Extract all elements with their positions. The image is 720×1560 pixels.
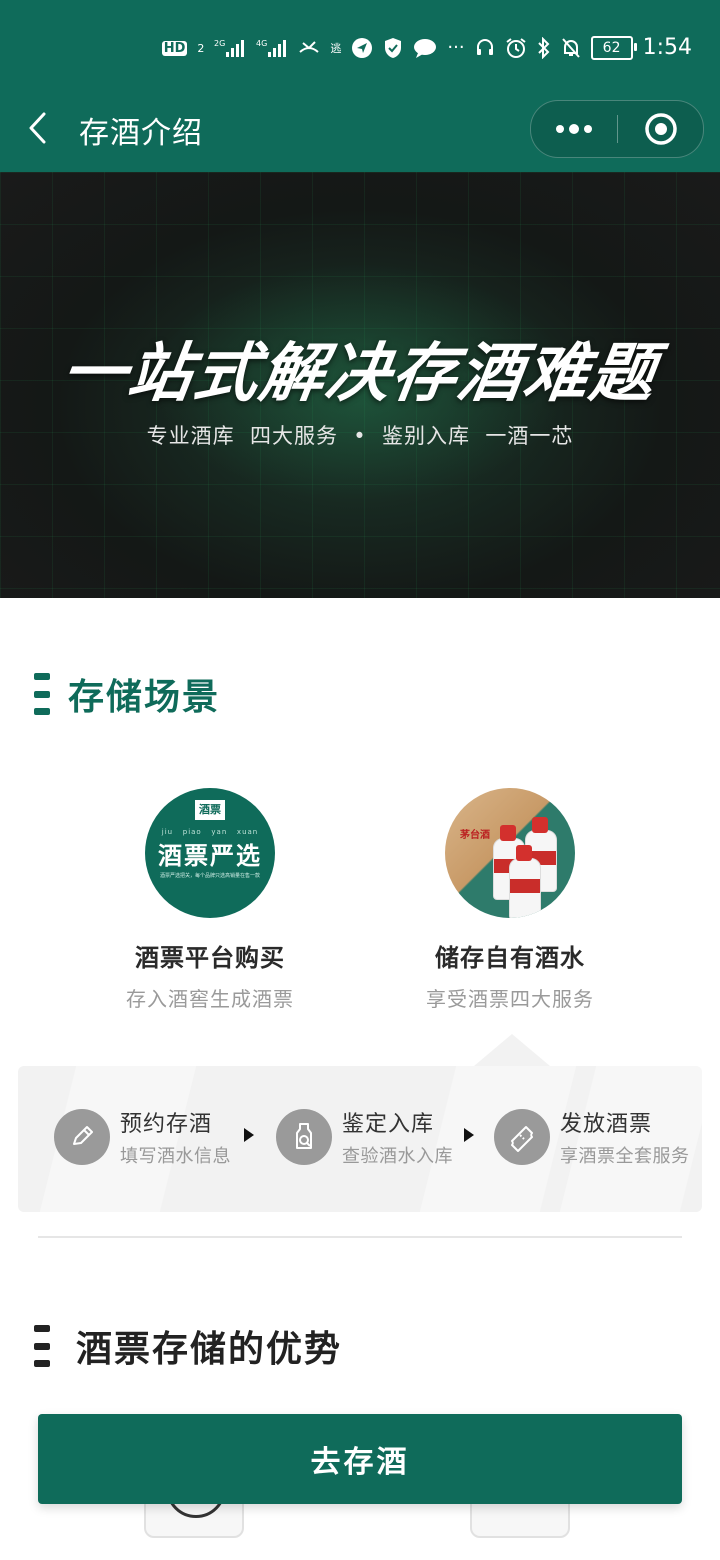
storage-scenarios-header: 存储场景 <box>34 668 220 720</box>
scenario-title: 储存自有酒水 <box>435 944 585 972</box>
navigation-bar: 存酒介绍 <box>0 92 720 172</box>
close-miniprogram-button[interactable] <box>618 101 703 157</box>
go-store-button[interactable]: 去存酒 <box>38 1414 682 1504</box>
target-close-icon <box>644 113 677 145</box>
jiupiao-brand-image: 酒票 jiu piao yan xuan 酒票严选 酒票严选把关，每个品牌只选高… <box>145 788 275 918</box>
brand-tag: 酒票 <box>195 800 225 820</box>
hero-banner: 一站式解决存酒难题 专业酒库 四大服务 • 鉴别入库 一酒一芯 <box>0 172 720 598</box>
step-arrow-icon <box>464 1128 474 1142</box>
signal-icon-4g: 4G <box>256 38 288 58</box>
bottle-icon <box>509 845 541 918</box>
top-header: HD 2 2G 4G 逃 ··· 62 1:54 存酒介绍 <box>0 0 720 172</box>
hd-label: HD <box>161 40 188 56</box>
signal-icon: 2G <box>214 38 246 58</box>
advantages-header: 酒票存储的优势 <box>34 1320 342 1372</box>
chat-icon <box>413 37 437 59</box>
section-divider <box>38 1236 682 1238</box>
advantages-title: 酒票存储的优势 <box>76 1329 343 1370</box>
battery-icon: 62 <box>590 36 637 60</box>
clock-time: 1:54 <box>642 35 692 60</box>
scenario-subtitle: 享受酒票四大服务 <box>426 987 594 1011</box>
pencil-icon <box>54 1109 110 1165</box>
miniprogram-capsule <box>530 100 704 158</box>
section-bars-icon <box>34 673 50 715</box>
step-issue-ticket: 发放酒票 享酒票全套服务 <box>494 1106 690 1168</box>
hero-subtitle: 专业酒库 四大服务 • 鉴别入库 一酒一芯 <box>146 424 574 448</box>
bottle-box-label: 茅台酒 <box>460 830 490 841</box>
step-arrow-icon <box>244 1128 254 1142</box>
step-title: 鉴定入库 <box>342 1112 435 1137</box>
page-title: 存酒介绍 <box>79 116 203 151</box>
sim-index: 2 <box>197 41 205 55</box>
svg-text:2G: 2G <box>214 39 225 48</box>
svg-text:4G: 4G <box>256 39 267 48</box>
more-options-button[interactable] <box>531 101 617 157</box>
alarm-icon <box>505 37 527 59</box>
more-notifications-icon: ··· <box>447 37 465 58</box>
brand-text: 酒票严选 <box>158 842 262 870</box>
more-dots-icon <box>556 124 592 134</box>
brand-small-text: 酒票严选把关，每个品牌只选高销量在售一款 <box>159 873 260 879</box>
step-appraise-store: 鉴定入库 查验酒水入库 <box>276 1106 453 1168</box>
speed-icon: 逃 <box>330 41 342 55</box>
scenario-subtitle: 存入酒窖生成酒票 <box>126 987 294 1011</box>
scenario-title: 酒票平台购买 <box>135 944 285 972</box>
section-bars-icon <box>34 1325 50 1367</box>
step-title: 预约存酒 <box>120 1112 213 1137</box>
scenario-own-liquor[interactable]: 茅台酒 储存自有酒水 享受酒票四大服务 <box>380 788 640 1012</box>
step-subtitle: 享酒票全套服务 <box>560 1146 690 1167</box>
back-button[interactable] <box>24 106 52 150</box>
selected-scenario-pointer <box>474 1034 550 1066</box>
missed-call-icon <box>298 38 320 58</box>
liquor-bottles-image: 茅台酒 <box>445 788 575 918</box>
storage-steps-panel: 预约存酒 填写酒水信息 鉴定入库 查验酒水入库 发放酒票 享酒票全套服务 <box>18 1066 702 1212</box>
ticket-icon <box>494 1109 550 1165</box>
hero-title: 一站式解决存酒难题 <box>56 337 662 411</box>
navigation-app-icon <box>351 37 373 59</box>
step-subtitle: 查验酒水入库 <box>342 1146 453 1167</box>
bluetooth-icon <box>537 37 551 59</box>
status-bar: HD 2 2G 4G 逃 ··· 62 1:54 <box>0 28 720 76</box>
step-title: 发放酒票 <box>560 1112 653 1137</box>
headset-icon <box>475 38 495 58</box>
chevron-left-icon <box>29 112 46 144</box>
brand-pinyin: jiu piao yan xuan <box>161 828 259 836</box>
storage-scenarios-title: 存储场景 <box>68 677 221 718</box>
status-icons: HD 2 2G 4G 逃 ··· 62 1:54 <box>161 35 692 60</box>
bottle-search-icon <box>276 1109 332 1165</box>
step-reserve-storage: 预约存酒 填写酒水信息 <box>54 1106 231 1168</box>
scenario-platform-purchase[interactable]: 酒票 jiu piao yan xuan 酒票严选 酒票严选把关，每个品牌只选高… <box>80 788 340 1012</box>
mute-icon <box>561 37 581 59</box>
shield-icon <box>383 37 403 59</box>
step-subtitle: 填写酒水信息 <box>120 1146 231 1167</box>
